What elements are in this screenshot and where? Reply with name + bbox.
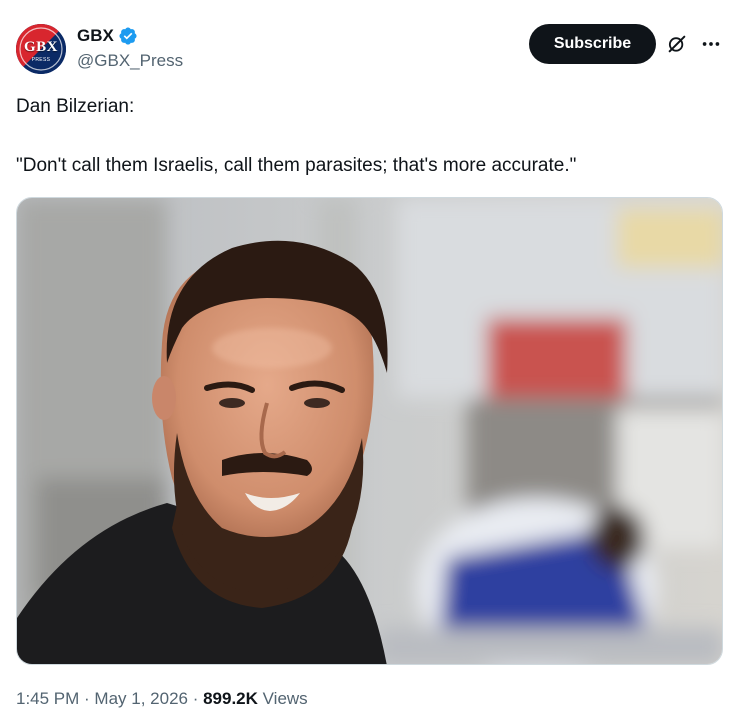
subscribe-button[interactable]: Subscribe: [529, 24, 656, 64]
views-count[interactable]: 899.2K: [203, 689, 258, 709]
more-horizontal-icon[interactable]: [700, 33, 722, 55]
post-text-line: Dan Bilzerian:: [16, 96, 135, 117]
avatar[interactable]: GBX PRESS: [16, 24, 66, 74]
grok-icon[interactable]: [666, 33, 688, 55]
post-text-quote: "Don't call them Israelis, call them par…: [16, 155, 577, 176]
post-meta: 1:45 PM · May 1, 2026 · 899.2K Views: [16, 689, 308, 709]
meta-separator: ·: [187, 689, 204, 708]
post-date[interactable]: May 1, 2026: [94, 689, 188, 709]
post-time[interactable]: 1:45 PM: [16, 689, 79, 709]
display-name[interactable]: GBX: [77, 26, 114, 46]
author-name-row[interactable]: GBX: [77, 26, 138, 46]
meta-separator: ·: [79, 689, 95, 708]
avatar-logo-subtext: PRESS: [31, 57, 51, 63]
photo-bearded-man: [17, 198, 722, 664]
views-label: Views: [257, 689, 308, 708]
author-handle[interactable]: @GBX_Press: [77, 51, 183, 71]
verified-badge-icon[interactable]: [118, 26, 138, 46]
avatar-logo-text: GBX: [23, 39, 58, 55]
post-media[interactable]: [16, 197, 723, 665]
